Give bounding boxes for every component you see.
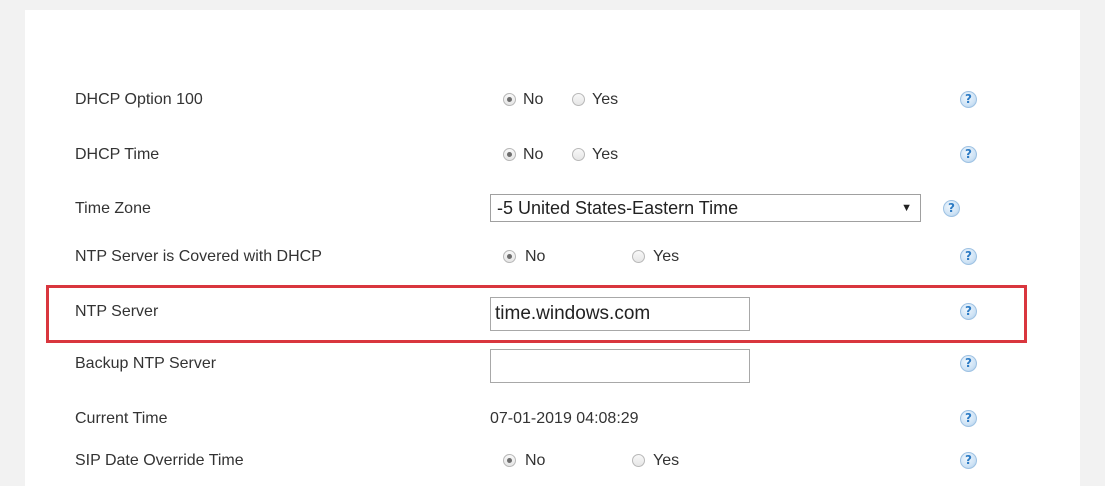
- sip-date-override-help-icon[interactable]: ?: [960, 452, 977, 469]
- ntp-covered-dhcp-no-label[interactable]: No: [525, 242, 545, 272]
- time-zone-select[interactable]: -5 United States-Eastern Time ▼: [490, 194, 921, 222]
- sip-date-override-no-radio[interactable]: [503, 454, 516, 467]
- row-dhcp-time: DHCP Time No Yes ?: [25, 140, 1080, 170]
- current-time-help-icon[interactable]: ?: [960, 410, 977, 427]
- sip-date-override-no-label[interactable]: No: [525, 446, 545, 476]
- row-current-time: Current Time 07-01-2019 04:08:29 ?: [25, 404, 1080, 434]
- time-zone-selected-value: -5 United States-Eastern Time: [497, 198, 739, 218]
- dhcp-time-no-label[interactable]: No: [523, 140, 543, 170]
- sip-date-override-yes-radio[interactable]: [632, 454, 645, 467]
- sip-date-override-yes-label[interactable]: Yes: [653, 446, 679, 476]
- sip-date-override-label: SIP Date Override Time: [75, 452, 244, 469]
- time-zone-help-icon[interactable]: ?: [943, 200, 960, 217]
- ntp-covered-dhcp-help-icon[interactable]: ?: [960, 248, 977, 265]
- ntp-covered-dhcp-yes-radio[interactable]: [632, 250, 645, 263]
- row-ntp-covered-dhcp: NTP Server is Covered with DHCP No Yes ?: [25, 242, 1080, 272]
- backup-ntp-server-input[interactable]: [490, 349, 750, 383]
- row-dhcp-option-100: DHCP Option 100 No Yes ?: [25, 85, 1080, 115]
- dhcp-option-100-yes-radio[interactable]: [572, 93, 585, 106]
- settings-panel: DHCP Option 100 No Yes ? DHCP Time No Ye…: [25, 10, 1080, 486]
- dhcp-option-100-label: DHCP Option 100: [75, 91, 203, 108]
- dhcp-time-yes-label[interactable]: Yes: [592, 140, 618, 170]
- dhcp-time-help-icon[interactable]: ?: [960, 146, 977, 163]
- row-sip-date-override: SIP Date Override Time No Yes ?: [25, 446, 1080, 476]
- dhcp-option-100-no-label[interactable]: No: [523, 85, 543, 115]
- dropdown-arrow-icon: ▼: [901, 202, 912, 214]
- dhcp-time-label: DHCP Time: [75, 146, 160, 163]
- dhcp-time-no-radio[interactable]: [503, 148, 516, 161]
- dhcp-option-100-no-radio[interactable]: [503, 93, 516, 106]
- time-zone-label: Time Zone: [75, 200, 151, 217]
- dhcp-option-100-help-icon[interactable]: ?: [960, 91, 977, 108]
- current-time-label: Current Time: [75, 410, 168, 427]
- ntp-covered-dhcp-yes-label[interactable]: Yes: [653, 242, 679, 272]
- ntp-covered-dhcp-label: NTP Server is Covered with DHCP: [75, 248, 322, 265]
- current-time-value: 07-01-2019 04:08:29: [490, 410, 639, 427]
- backup-ntp-server-label: Backup NTP Server: [75, 355, 217, 372]
- row-backup-ntp-server: Backup NTP Server ?: [25, 349, 1080, 383]
- dhcp-time-yes-radio[interactable]: [572, 148, 585, 161]
- ntp-server-highlight-box: [46, 285, 1027, 343]
- dhcp-option-100-yes-label[interactable]: Yes: [592, 85, 618, 115]
- ntp-covered-dhcp-no-radio[interactable]: [503, 250, 516, 263]
- row-time-zone: Time Zone -5 United States-Eastern Time …: [25, 194, 1080, 224]
- backup-ntp-server-help-icon[interactable]: ?: [960, 355, 977, 372]
